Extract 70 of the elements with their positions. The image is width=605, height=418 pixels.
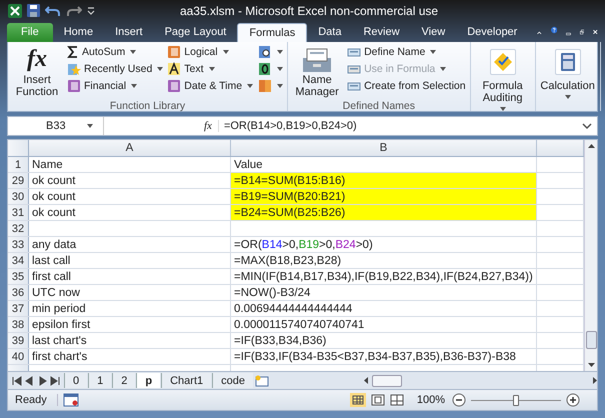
sheet-tab[interactable]: 1 xyxy=(88,373,112,388)
table-cell: last call xyxy=(29,252,231,268)
name-box[interactable]: B33 xyxy=(8,116,104,135)
ribbon-tab[interactable]: Page Layout xyxy=(154,22,238,42)
ribbon-tab[interactable]: Insert xyxy=(104,22,154,42)
group-label: Defined Names xyxy=(342,100,416,112)
insert-function-button[interactable]: fx Insert Function xyxy=(11,44,63,100)
ribbon-tab[interactable]: Review xyxy=(352,22,411,42)
table-cell: =IF(B33,IF(B34-B35<B37,B34-B37,B35),B36-B37)-B38 xyxy=(231,348,537,364)
function-category-button[interactable]: Recently Used xyxy=(66,60,164,78)
row-header[interactable]: 40 xyxy=(8,348,29,364)
table-cell: =B24=SUM(B25:B26) xyxy=(231,204,537,220)
ribbon-tab[interactable]: Home xyxy=(52,22,104,42)
function-category-button[interactable]: Financial xyxy=(66,78,164,95)
ribbon-tab[interactable]: Developer xyxy=(456,22,528,42)
ribbon-tab[interactable]: Formulas xyxy=(237,22,308,42)
table-cell: min period xyxy=(29,300,231,316)
column-header[interactable]: B xyxy=(231,140,537,156)
row-header[interactable]: 31 xyxy=(8,204,29,220)
table-cell: UTC now xyxy=(29,284,231,300)
table-cell: =B19=SUM(B20:B21) xyxy=(231,188,537,204)
sheet-tab[interactable]: 0 xyxy=(64,373,88,388)
ribbon-tab[interactable]: Data xyxy=(307,22,352,42)
table-cell: any data xyxy=(29,236,231,252)
sheet-tab[interactable]: p xyxy=(136,373,160,388)
table-cell: 0.0000115740740740741 xyxy=(231,316,537,332)
sheet-tab[interactable]: code xyxy=(212,373,253,388)
table-cell: last chart's xyxy=(29,332,231,348)
row-header[interactable]: 32 xyxy=(8,220,29,236)
table-cell: 0.00694444444444444 xyxy=(231,300,537,316)
row-header[interactable]: 38 xyxy=(8,316,29,332)
row-header[interactable]: 29 xyxy=(8,172,29,188)
function-icon: fx xyxy=(27,46,47,72)
row-header[interactable]: 36 xyxy=(8,284,29,300)
table-cell: epsilon first xyxy=(29,316,231,332)
table-cell: =MIN(IF(B14,B17,B34),IF(B19,B22,B34),IF(B24,B27,B34)) xyxy=(231,268,537,284)
row-header[interactable]: 35 xyxy=(8,268,29,284)
function-category-button[interactable]: Date & Time xyxy=(166,78,254,95)
column-header[interactable]: A xyxy=(29,140,231,156)
function-category-button[interactable]: Text xyxy=(166,60,254,78)
function-category-button[interactable]: AutoSum xyxy=(66,44,164,61)
sheet-tab[interactable]: Chart1 xyxy=(161,373,212,388)
window-title: aa35.xlsm - Microsoft Excel non-commercial use xyxy=(178,4,440,18)
table-cell: =IF(B33,B34,B36) xyxy=(231,332,537,348)
table-cell: first chart's xyxy=(29,348,231,364)
formula-auditing-button[interactable]: Formula Auditing xyxy=(474,44,532,113)
row-header[interactable]: 33 xyxy=(8,236,29,252)
function-category-button[interactable]: Logical xyxy=(166,44,254,61)
table-cell: =OR(B14>0,B19>0,B24>0) xyxy=(231,236,537,252)
ribbon-tab[interactable]: View xyxy=(410,22,456,42)
row-header[interactable]: 30 xyxy=(8,188,29,204)
calculation-button[interactable]: Calculation xyxy=(538,44,597,111)
row-header[interactable]: 1 xyxy=(8,156,29,172)
table-cell: =NOW()-B3/24 xyxy=(231,284,537,300)
row-header[interactable]: 34 xyxy=(8,252,29,268)
row-header[interactable]: 37 xyxy=(8,300,29,316)
sheet-tab[interactable]: 2 xyxy=(112,373,136,388)
table-cell: first call xyxy=(29,268,231,284)
defined-name-button[interactable]: Define Name xyxy=(346,44,467,61)
defined-name-button[interactable]: Create from Selection xyxy=(346,78,467,95)
table-cell: Name xyxy=(29,156,231,172)
table-cell: Value xyxy=(231,156,537,172)
zoom-level[interactable]: 100% xyxy=(416,394,445,406)
status-text: Ready xyxy=(12,394,58,406)
name-manager-button[interactable]: Name Manager xyxy=(291,44,344,100)
table-cell: =B14=SUM(B15:B16) xyxy=(231,172,537,188)
formula-field[interactable]: =OR(B14>0,B19>0,B24>0) xyxy=(218,120,581,132)
row-header[interactable]: 39 xyxy=(8,332,29,348)
table-cell: =MAX(B18,B23,B28) xyxy=(231,252,537,268)
group-label: Function Library xyxy=(108,100,186,112)
